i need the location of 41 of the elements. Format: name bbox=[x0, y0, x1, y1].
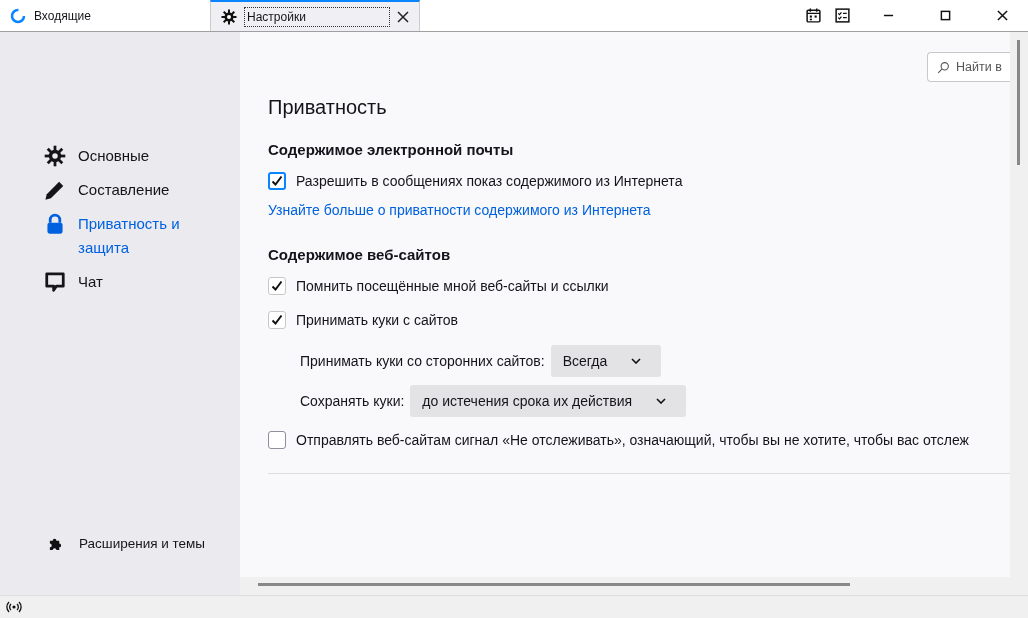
dropdown[interactable]: Всегда bbox=[550, 345, 662, 377]
pencil-icon bbox=[44, 179, 66, 201]
tab[interactable]: Настройки bbox=[210, 0, 420, 31]
sidebar-item[interactable]: Основные bbox=[44, 144, 194, 168]
puzzle-piece-icon bbox=[48, 536, 63, 551]
tab[interactable]: Входящие bbox=[0, 0, 210, 31]
chevron-down-icon bbox=[656, 398, 667, 404]
lock-icon bbox=[44, 213, 66, 235]
checkbox[interactable] bbox=[268, 277, 286, 295]
field-label: Принимать куки со сторонних сайтов: bbox=[300, 353, 545, 369]
checkbox[interactable] bbox=[268, 172, 286, 190]
sidebar-item[interactable]: Приватность и защита bbox=[44, 212, 194, 260]
chevron-down-icon bbox=[631, 358, 642, 364]
sidebar-item[interactable]: Чат bbox=[44, 270, 194, 294]
close-icon[interactable] bbox=[397, 10, 409, 23]
section-heading: Содержимое веб-сайтов bbox=[268, 246, 452, 263]
sidebar-item[interactable]: Расширения и темы bbox=[48, 536, 240, 551]
gear-icon bbox=[221, 8, 237, 25]
page-title: Приватность bbox=[268, 96, 388, 119]
checkbox-label[interactable]: Разрешить в сообщениях показ содержимого из Интернета bbox=[296, 173, 683, 189]
checkbox-label[interactable]: Отправлять веб-сайтам сигнал «Не отслеживать», означающий, чтобы вы не хотите, чтобы вас отслеж bbox=[296, 432, 969, 448]
close-icon[interactable] bbox=[997, 10, 1008, 21]
chat-bubble-icon bbox=[44, 271, 66, 293]
calendar-icon[interactable] bbox=[805, 7, 822, 24]
spinner-icon bbox=[10, 7, 26, 24]
learn-more-link[interactable]: Узнайте больше о приватности содержимого из Интернета bbox=[268, 202, 651, 218]
field-label: Сохранять куки: bbox=[300, 393, 405, 409]
checkbox-label[interactable]: Помнить посещённые мной веб-сайты и ссылки bbox=[296, 278, 609, 294]
scrollbar-thumb[interactable] bbox=[258, 583, 850, 586]
checkbox[interactable] bbox=[268, 311, 286, 329]
search-icon bbox=[937, 61, 950, 74]
section-heading: Содержимое электронной почты bbox=[268, 141, 515, 158]
checkbox[interactable] bbox=[268, 431, 286, 449]
broadcast-icon bbox=[6, 601, 22, 613]
task-list-icon[interactable] bbox=[834, 7, 851, 24]
maximize-icon[interactable] bbox=[940, 10, 951, 21]
search-field[interactable]: Найти в bbox=[927, 52, 1010, 82]
dropdown[interactable]: до истечения срока их действия bbox=[410, 385, 687, 417]
checkbox-label[interactable]: Принимать куки с сайтов bbox=[296, 312, 458, 328]
sidebar-item[interactable]: Составление bbox=[44, 178, 194, 202]
scrollbar-thumb[interactable] bbox=[1017, 40, 1020, 165]
